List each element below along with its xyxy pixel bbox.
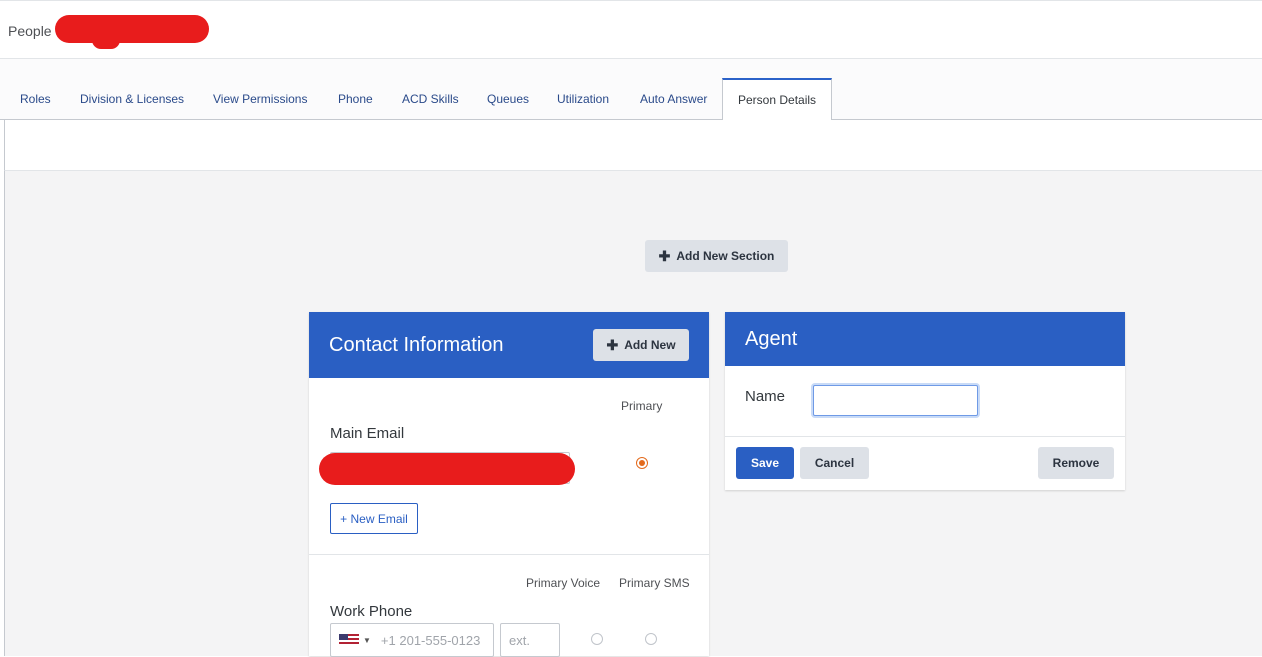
redacted-person-name	[55, 15, 209, 43]
plus-icon: ✚	[658, 247, 671, 264]
chevron-down-icon[interactable]: ▼	[363, 636, 371, 645]
plus-icon: ✚	[606, 336, 619, 353]
add-new-label: Add New	[624, 338, 676, 352]
tab-queues[interactable]: Queues	[487, 92, 529, 106]
contact-card-title: Contact Information	[329, 334, 504, 356]
toolbar-area	[4, 120, 1262, 171]
primary-voice-header: Primary Voice	[526, 576, 601, 590]
primary-voice-radio[interactable]	[591, 633, 603, 645]
ext-placeholder: ext.	[509, 632, 530, 648]
contact-card-header: Contact Information ✚ Add New	[309, 312, 709, 378]
redacted-email	[319, 453, 575, 485]
page-header: People	[0, 0, 1262, 59]
agent-name-input[interactable]	[813, 385, 978, 416]
tab-person-details[interactable]: Person Details	[722, 78, 833, 120]
tab-bar: Roles Division & Licenses View Permissio…	[0, 59, 1262, 120]
add-new-contact-button[interactable]: ✚ Add New	[593, 329, 689, 361]
tab-roles[interactable]: Roles	[20, 92, 51, 106]
tab-view-permissions[interactable]: View Permissions	[213, 92, 307, 106]
tab-division-licenses[interactable]: Division & Licenses	[80, 92, 184, 106]
tab-auto-answer[interactable]: Auto Answer	[640, 92, 707, 106]
main-email-label: Main Email	[330, 425, 405, 442]
section-divider	[309, 554, 709, 555]
agent-name-label: Name	[745, 388, 786, 405]
redacted-person-name-tail	[92, 31, 120, 49]
work-phone-input[interactable]: ▼ +1 201-555-0123	[330, 623, 494, 657]
add-new-section-label: Add New Section	[676, 249, 775, 263]
tab-acd-skills[interactable]: ACD Skills	[402, 92, 459, 106]
agent-card: Agent Name Save Cancel Remove	[725, 312, 1125, 490]
work-phone-label: Work Phone	[330, 603, 413, 620]
tab-phone[interactable]: Phone	[338, 92, 373, 106]
primary-email-radio[interactable]	[636, 457, 648, 469]
agent-card-divider	[725, 436, 1125, 437]
add-new-section-button[interactable]: ✚ Add New Section	[645, 240, 788, 272]
agent-card-title: Agent	[745, 328, 798, 350]
phone-placeholder: +1 201-555-0123	[380, 632, 481, 648]
save-button[interactable]: Save	[736, 447, 794, 479]
agent-card-header: Agent	[725, 312, 1125, 366]
new-email-button[interactable]: + New Email	[330, 503, 418, 534]
extension-input[interactable]: ext.	[500, 623, 560, 657]
us-flag-icon[interactable]	[339, 634, 359, 646]
remove-button[interactable]: Remove	[1038, 447, 1114, 479]
primary-sms-header: Primary SMS	[619, 576, 690, 590]
breadcrumb[interactable]: People	[8, 23, 52, 39]
tab-utilization[interactable]: Utilization	[557, 92, 609, 106]
primary-sms-radio[interactable]	[645, 633, 657, 645]
contact-information-card: Contact Information ✚ Add New Primary Ma…	[309, 312, 709, 657]
cancel-button[interactable]: Cancel	[800, 447, 869, 479]
primary-column-header: Primary	[621, 399, 663, 413]
